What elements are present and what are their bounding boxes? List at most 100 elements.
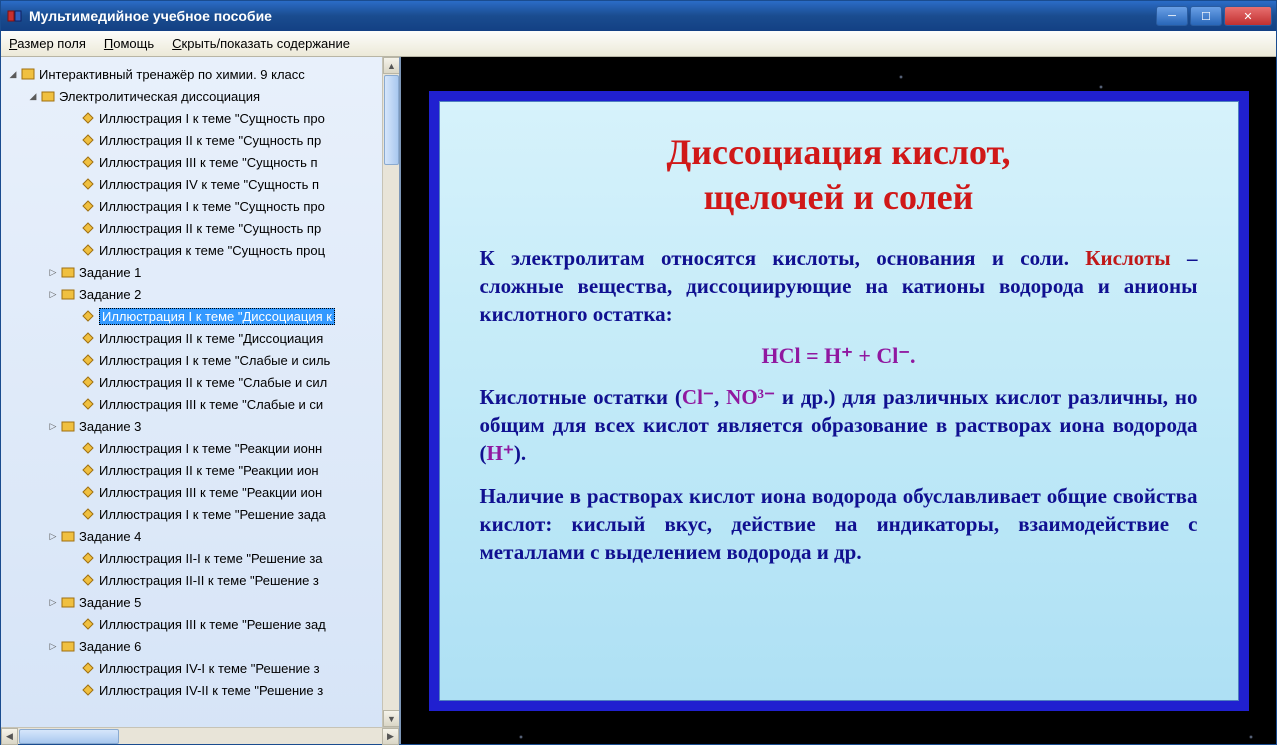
- page-icon: [81, 485, 95, 499]
- tree-task[interactable]: ▷ Задание 6: [3, 635, 399, 657]
- scroll-down-button[interactable]: ▼: [383, 710, 399, 727]
- ion-symbol: Cl⁻: [682, 385, 714, 409]
- tree-label: Иллюстрация к теме "Сущность проц: [99, 243, 325, 258]
- tree-leaf[interactable]: Иллюстрация II к теме "Слабые и сил: [3, 371, 399, 393]
- scroll-thumb[interactable]: [384, 75, 399, 165]
- tree-leaf[interactable]: Иллюстрация II к теме "Сущность пр: [3, 129, 399, 151]
- tree-leaf[interactable]: Иллюстрация к теме "Сущность проц: [3, 239, 399, 261]
- page-icon: [81, 617, 95, 631]
- tree-task[interactable]: ▷ Задание 2: [3, 283, 399, 305]
- tree-label: Иллюстрация I к теме "Реакции ионн: [99, 441, 322, 456]
- tree-label: Электролитическая диссоциация: [59, 89, 260, 104]
- tree-label: Задание 1: [79, 265, 141, 280]
- menu-help[interactable]: Помощь: [104, 36, 154, 51]
- slide-title: Диссоциация кислот, щелочей и солей: [480, 130, 1198, 220]
- tree-leaf[interactable]: Иллюстрация II-I к теме "Решение за: [3, 547, 399, 569]
- page-icon: [81, 177, 95, 191]
- slide-text: К электролитам относятся кислоты, основа…: [480, 246, 1069, 270]
- page-icon: [81, 573, 95, 587]
- scroll-thumb[interactable]: [19, 729, 119, 744]
- tree-leaf[interactable]: Иллюстрация IV к теме "Сущность п: [3, 173, 399, 195]
- tree-label: Иллюстрация III к теме "Сущность п: [99, 155, 318, 170]
- tree-leaf[interactable]: Иллюстрация I к теме "Сущность про: [3, 107, 399, 129]
- collapse-icon[interactable]: ◢: [27, 90, 39, 102]
- tree-leaf[interactable]: Иллюстрация IV-I к теме "Решение з: [3, 657, 399, 679]
- vertical-scrollbar[interactable]: ▲ ▼: [382, 57, 399, 727]
- tree-leaf[interactable]: Иллюстрация I к теме "Слабые и силь: [3, 349, 399, 371]
- tree-task[interactable]: ▷ Задание 4: [3, 525, 399, 547]
- leaf-bullet: [67, 112, 79, 124]
- folder-icon: [61, 639, 75, 653]
- tree-leaf[interactable]: Иллюстрация III к теме "Сущность п: [3, 151, 399, 173]
- tree-leaf[interactable]: Иллюстрация I к теме "Реакции ионн: [3, 437, 399, 459]
- app-icon: [7, 8, 23, 24]
- leaf-bullet: [67, 574, 79, 586]
- tree-task[interactable]: ▷ Задание 5: [3, 591, 399, 613]
- tree-task[interactable]: ▷ Задание 1: [3, 261, 399, 283]
- tree-root[interactable]: ◢ Интерактивный тренажёр по химии. 9 кла…: [3, 63, 399, 85]
- leaf-bullet: [67, 464, 79, 476]
- tree-label: Иллюстрация I к теме "Слабые и силь: [99, 353, 330, 368]
- slide-text: ).: [514, 441, 526, 465]
- minimize-button[interactable]: ─: [1156, 6, 1188, 26]
- slide-formula: HCl = H⁺ + Cl⁻.: [480, 343, 1198, 369]
- tree-label: Иллюстрация I к теме "Сущность про: [99, 111, 325, 126]
- tree-leaf[interactable]: Иллюстрация I к теме "Диссоциация к: [3, 305, 399, 327]
- tree-leaf[interactable]: Иллюстрация II к теме "Реакции ион: [3, 459, 399, 481]
- expand-icon[interactable]: ▷: [47, 596, 59, 608]
- leaf-bullet: [67, 354, 79, 366]
- toc-tree[interactable]: ◢ Интерактивный тренажёр по химии. 9 кла…: [1, 57, 399, 727]
- menu-toggle-toc[interactable]: Скрыть/показать содержание: [172, 36, 350, 51]
- expand-icon[interactable]: ▷: [47, 288, 59, 300]
- tree-label: Иллюстрация II к теме "Сущность пр: [99, 221, 321, 236]
- workspace: ◢ Интерактивный тренажёр по химии. 9 кла…: [1, 57, 1276, 744]
- sidebar: ◢ Интерактивный тренажёр по химии. 9 кла…: [1, 57, 401, 744]
- page-icon: [81, 353, 95, 367]
- tree-leaf[interactable]: Иллюстрация III к теме "Реакции ион: [3, 481, 399, 503]
- horizontal-scrollbar[interactable]: ◀ ▶: [1, 727, 399, 744]
- collapse-icon[interactable]: ◢: [7, 68, 19, 80]
- tree-label: Иллюстрация III к теме "Реакции ион: [99, 485, 322, 500]
- slide-text-highlight: Кислоты: [1085, 246, 1170, 270]
- leaf-bullet: [67, 442, 79, 454]
- leaf-bullet: [67, 332, 79, 344]
- tree-label: Задание 3: [79, 419, 141, 434]
- tree-leaf[interactable]: Иллюстрация I к теме "Сущность про: [3, 195, 399, 217]
- tree-label: Иллюстрация I к теме "Решение зада: [99, 507, 326, 522]
- menu-field-size[interactable]: Размер поля: [9, 36, 86, 51]
- tree-label: Иллюстрация II к теме "Реакции ион: [99, 463, 319, 478]
- slide: Диссоциация кислот, щелочей и солей К эл…: [439, 101, 1239, 701]
- folder-icon: [61, 287, 75, 301]
- tree-label: Задание 2: [79, 287, 141, 302]
- leaf-bullet: [67, 398, 79, 410]
- page-icon: [81, 397, 95, 411]
- expand-icon[interactable]: ▷: [47, 266, 59, 278]
- page-icon: [81, 661, 95, 675]
- tree-leaf[interactable]: Иллюстрация III к теме "Слабые и си: [3, 393, 399, 415]
- scroll-up-button[interactable]: ▲: [383, 57, 399, 74]
- tree-leaf[interactable]: Иллюстрация III к теме "Решение зад: [3, 613, 399, 635]
- expand-icon[interactable]: ▷: [47, 640, 59, 652]
- tree-leaf[interactable]: Иллюстрация II к теме "Сущность пр: [3, 217, 399, 239]
- leaf-bullet: [67, 662, 79, 674]
- maximize-button[interactable]: ☐: [1190, 6, 1222, 26]
- tree-label: Иллюстрация II к теме "Диссоциация: [99, 331, 323, 346]
- tree-task[interactable]: ▷ Задание 3: [3, 415, 399, 437]
- leaf-bullet: [67, 178, 79, 190]
- tree-label: Задание 4: [79, 529, 141, 544]
- page-icon: [81, 309, 95, 323]
- scroll-right-button[interactable]: ▶: [382, 728, 399, 745]
- expand-icon[interactable]: ▷: [47, 420, 59, 432]
- tree-leaf[interactable]: Иллюстрация IV-II к теме "Решение з: [3, 679, 399, 701]
- tree-leaf[interactable]: Иллюстрация II к теме "Диссоциация: [3, 327, 399, 349]
- page-icon: [81, 375, 95, 389]
- close-button[interactable]: ✕: [1224, 6, 1272, 26]
- tree-leaf[interactable]: Иллюстрация II-II к теме "Решение з: [3, 569, 399, 591]
- tree-leaf[interactable]: Иллюстрация I к теме "Решение зада: [3, 503, 399, 525]
- expand-icon[interactable]: ▷: [47, 530, 59, 542]
- leaf-bullet: [67, 222, 79, 234]
- tree-label: Задание 6: [79, 639, 141, 654]
- tree-section[interactable]: ◢ Электролитическая диссоциация: [3, 85, 399, 107]
- scroll-left-button[interactable]: ◀: [1, 728, 18, 745]
- slide-title-line2: щелочей и солей: [704, 177, 974, 217]
